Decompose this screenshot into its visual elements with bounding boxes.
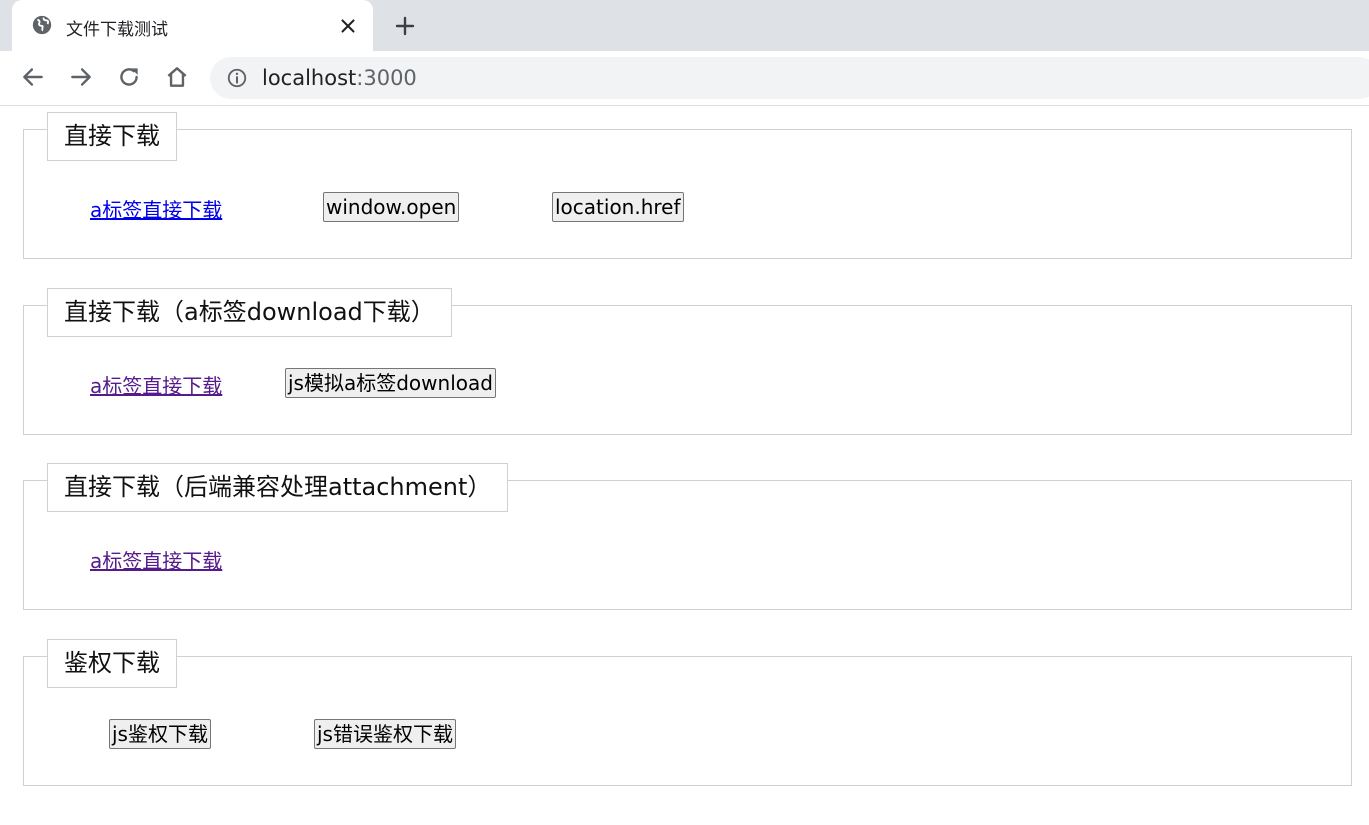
close-icon[interactable] — [337, 15, 359, 37]
section-row: a标签直接下载 js模拟a标签download — [24, 368, 1351, 398]
section-row: js鉴权下载 js错误鉴权下载 — [24, 719, 1351, 749]
a-tag-download-link[interactable]: a标签直接下载 — [90, 545, 222, 574]
fieldset-legend: 直接下载 — [47, 112, 177, 161]
location-href-button[interactable]: location.href — [552, 192, 684, 222]
fieldset-legend: 鉴权下载 — [47, 639, 177, 688]
tab-strip: 文件下载测试 — [0, 0, 1369, 51]
browser-toolbar: localhost:3000 — [0, 51, 1369, 106]
browser-tab[interactable]: 文件下载测试 — [12, 0, 373, 51]
js-wrong-auth-download-button[interactable]: js错误鉴权下载 — [314, 719, 456, 749]
js-auth-download-button[interactable]: js鉴权下载 — [109, 719, 211, 749]
fieldset-attachment-download: 直接下载（后端兼容处理attachment） a标签直接下载 — [23, 463, 1352, 610]
arrow-left-icon[interactable] — [20, 64, 46, 90]
fieldset-direct-download: 直接下载 a标签直接下载 window.open location.href — [23, 112, 1352, 259]
fieldset-legend: 直接下载（a标签download下载） — [47, 288, 452, 337]
reload-icon[interactable] — [116, 64, 142, 90]
window-open-button[interactable]: window.open — [323, 192, 460, 222]
plus-icon[interactable] — [393, 14, 417, 38]
address-bar[interactable]: localhost:3000 — [210, 57, 1369, 99]
tab-title: 文件下载测试 — [66, 20, 168, 40]
fieldset-auth-download: 鉴权下载 js鉴权下载 js错误鉴权下载 — [23, 639, 1352, 786]
a-tag-download-link[interactable]: a标签直接下载 — [90, 370, 222, 399]
a-tag-download-link[interactable]: a标签直接下载 — [90, 194, 222, 223]
fieldset-legend: 直接下载（后端兼容处理attachment） — [47, 463, 509, 512]
info-icon[interactable] — [226, 67, 248, 89]
arrow-right-icon[interactable] — [68, 64, 94, 90]
globe-icon — [32, 15, 52, 35]
home-icon[interactable] — [164, 64, 190, 90]
url-port: :3000 — [356, 66, 417, 90]
section-row: a标签直接下载 — [24, 543, 1351, 573]
section-row: a标签直接下载 window.open location.href — [24, 192, 1351, 222]
js-simulate-a-download-button[interactable]: js模拟a标签download — [285, 368, 496, 398]
fieldset-a-download: 直接下载（a标签download下载） a标签直接下载 js模拟a标签downl… — [23, 288, 1352, 435]
url-text[interactable]: localhost:3000 — [262, 66, 417, 90]
url-host: localhost — [262, 66, 357, 90]
